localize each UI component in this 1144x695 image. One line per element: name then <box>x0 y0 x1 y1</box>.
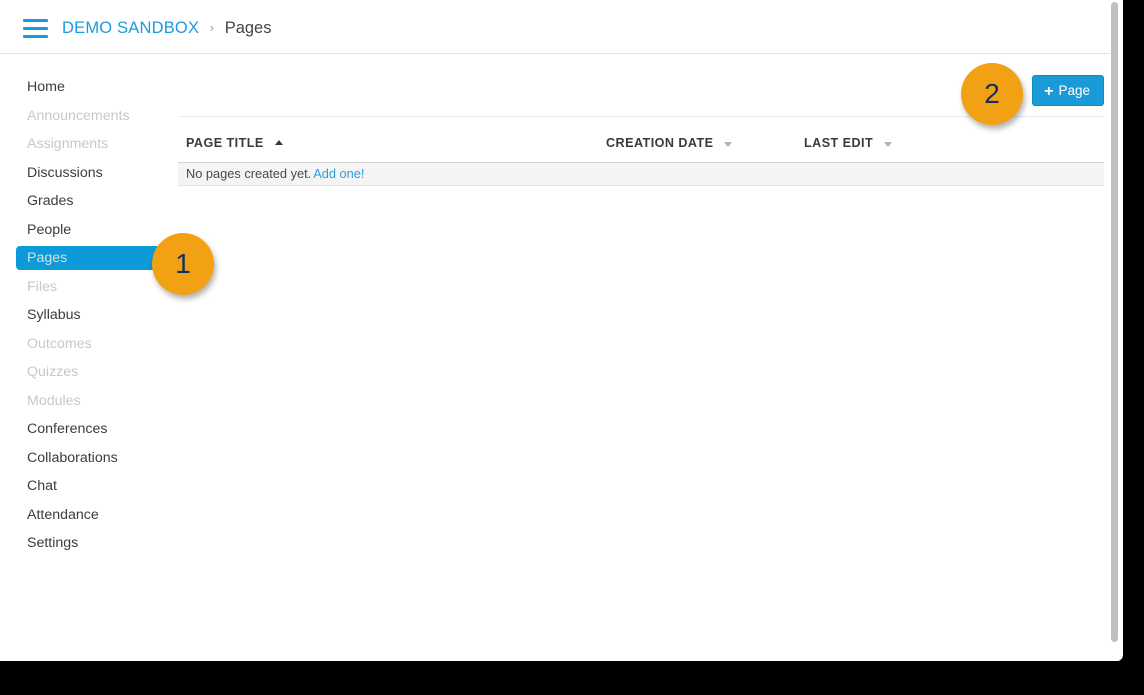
add-page-label: Page <box>1058 83 1090 98</box>
pages-table: PAGE TITLE CREATION DATE LAST EDIT No pa… <box>178 136 1104 186</box>
add-page-button[interactable]: + Page <box>1032 75 1104 106</box>
column-header-last-edit-label: LAST EDIT <box>804 136 874 150</box>
sidebar-item-pages[interactable]: Pages <box>16 246 161 270</box>
empty-state-text-container: No pages created yet. Add one! <box>186 166 364 181</box>
sidebar-item-people[interactable]: People <box>0 218 175 242</box>
table-header-row: PAGE TITLE CREATION DATE LAST EDIT <box>178 136 1104 163</box>
main-content: + Page PAGE TITLE CREATION DATE LAST EDIT <box>178 54 1104 186</box>
sidebar-item-announcements[interactable]: Announcements <box>0 104 175 128</box>
callout-badge-2: 2 <box>961 63 1023 125</box>
hamburger-bar-3 <box>23 35 48 38</box>
sidebar-item-quizzes[interactable]: Quizzes <box>0 360 175 384</box>
sidebar-item-grades[interactable]: Grades <box>0 189 175 213</box>
column-header-creation-date-label: CREATION DATE <box>606 136 714 150</box>
top-header-bar: DEMO SANDBOX › Pages <box>0 0 1110 54</box>
column-header-page-title[interactable]: PAGE TITLE <box>186 136 283 150</box>
callout-badge-1: 1 <box>152 233 214 295</box>
sidebar-item-chat[interactable]: Chat <box>0 474 175 498</box>
sort-inactive-icon <box>724 142 733 147</box>
sidebar-item-modules[interactable]: Modules <box>0 389 175 413</box>
add-one-link[interactable]: Add one! <box>313 166 364 181</box>
sidebar-item-home[interactable]: Home <box>0 75 175 99</box>
hamburger-bar-2 <box>23 27 48 30</box>
sidebar-item-settings[interactable]: Settings <box>0 531 175 555</box>
breadcrumb: DEMO SANDBOX › Pages <box>62 17 272 40</box>
course-navigation-sidebar: Home Announcements Assignments Discussio… <box>0 75 175 560</box>
sidebar-item-attendance[interactable]: Attendance <box>0 503 175 527</box>
breadcrumb-separator-icon: › <box>209 20 215 35</box>
empty-state-row: No pages created yet. Add one! <box>178 163 1104 186</box>
column-header-page-title-label: PAGE TITLE <box>186 136 264 150</box>
sidebar-item-discussions[interactable]: Discussions <box>0 161 175 185</box>
empty-state-message: No pages created yet. <box>186 166 312 181</box>
sidebar-item-outcomes[interactable]: Outcomes <box>0 332 175 356</box>
sidebar-item-collaborations[interactable]: Collaborations <box>0 446 175 470</box>
vertical-scrollbar-thumb[interactable] <box>1111 2 1118 642</box>
breadcrumb-course-link[interactable]: DEMO SANDBOX <box>62 19 199 37</box>
breadcrumb-current-page: Pages <box>224 19 272 37</box>
sidebar-item-assignments[interactable]: Assignments <box>0 132 175 156</box>
sidebar-item-syllabus[interactable]: Syllabus <box>0 303 175 327</box>
hamburger-bar-1 <box>23 19 48 22</box>
sidebar-item-files[interactable]: Files <box>0 275 175 299</box>
hamburger-menu-icon[interactable] <box>23 19 48 38</box>
page-canvas: DEMO SANDBOX › Pages Home Announcements … <box>0 0 1123 661</box>
column-header-last-edit[interactable]: LAST EDIT <box>804 136 893 150</box>
column-header-creation-date[interactable]: CREATION DATE <box>606 136 733 150</box>
plus-icon: + <box>1044 83 1054 100</box>
sidebar-item-conferences[interactable]: Conferences <box>0 417 175 441</box>
sort-inactive-icon <box>884 142 893 147</box>
sort-ascending-icon <box>274 140 283 145</box>
